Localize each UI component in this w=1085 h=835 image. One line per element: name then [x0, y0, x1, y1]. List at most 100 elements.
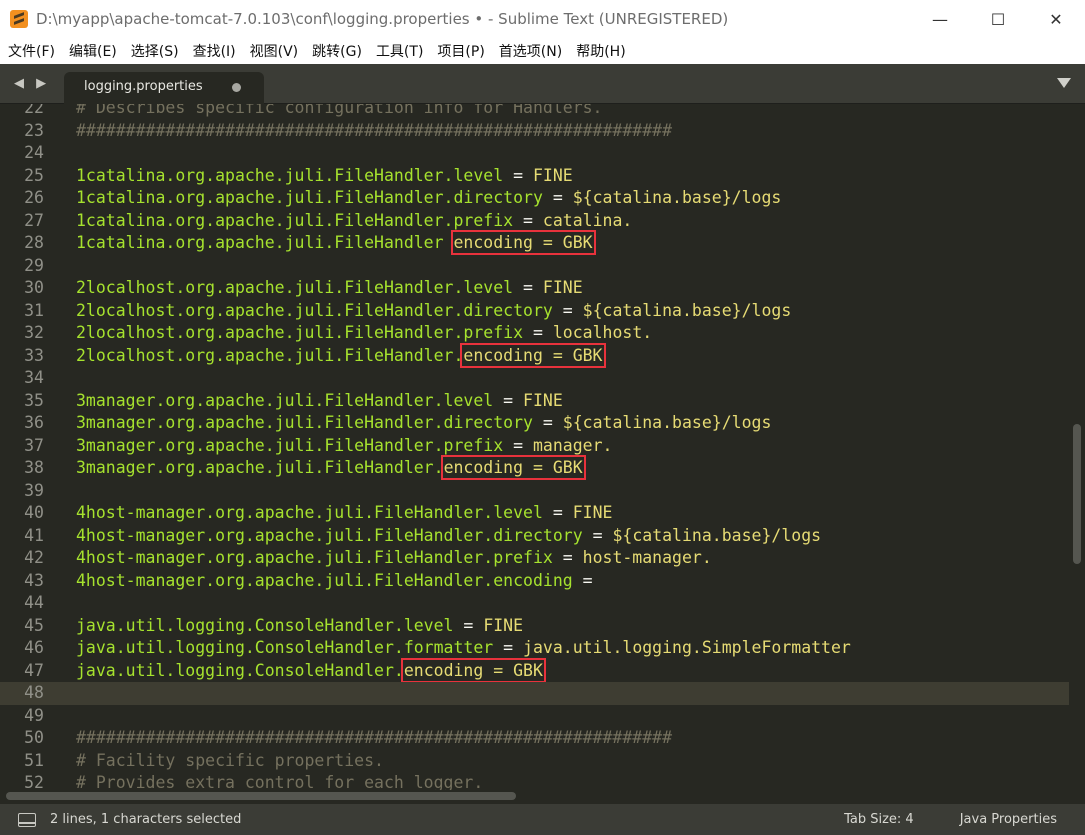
menu-tools[interactable]: 工具(T): [376, 41, 423, 61]
equals-sign: =: [523, 323, 553, 342]
line-code: 2localhost.org.apache.juli.FileHandler.l…: [76, 277, 583, 300]
code-line[interactable]: 32 2localhost.org.apache.juli.FileHandler…: [0, 322, 1069, 345]
property-key: 2localhost.org.apache.juli.FileHandler.l…: [76, 278, 514, 297]
close-button[interactable]: ✕: [1027, 0, 1085, 38]
code-line[interactable]: 44: [0, 592, 1069, 615]
code-line[interactable]: 31 2localhost.org.apache.juli.FileHandler…: [0, 300, 1069, 323]
code-line[interactable]: 51 # Facility specific properties.: [0, 750, 1069, 773]
menu-selection[interactable]: 选择(S): [131, 41, 179, 61]
line-code: 2localhost.org.apache.juli.FileHandler.e…: [76, 342, 606, 368]
code-line[interactable]: 37 3manager.org.apache.juli.FileHandler.p…: [0, 435, 1069, 458]
menu-view[interactable]: 视图(V): [250, 41, 299, 61]
comment-text: ########################################…: [76, 728, 673, 747]
syntax-indicator[interactable]: Java Properties: [960, 812, 1057, 827]
line-number: 27: [24, 210, 44, 230]
property-value: catalina.: [542, 210, 633, 230]
menu-find[interactable]: 查找(I): [193, 41, 236, 61]
selection-status: 2 lines, 1 characters selected: [50, 812, 242, 827]
code-lines: 22 # Describes specific configuration inf…: [0, 104, 1069, 790]
line-number: 26: [24, 188, 44, 207]
window-title: D:\myapp\apache-tomcat-7.0.103\conf\logg…: [36, 10, 729, 28]
line-number: 37: [24, 435, 44, 455]
line-number: 25: [24, 165, 44, 185]
property-key: 3manager.org.apache.juli.FileHandler.lev…: [76, 390, 494, 410]
code-line[interactable]: 23 ######################################…: [0, 120, 1069, 143]
equals-sign: =: [582, 525, 613, 545]
menu-project[interactable]: 项目(P): [437, 41, 484, 61]
tab-size-indicator[interactable]: Tab Size: 4: [844, 812, 914, 827]
window-controls: — ☐ ✕: [911, 0, 1085, 38]
line-number: 33: [24, 345, 44, 365]
maximize-button[interactable]: ☐: [969, 0, 1027, 38]
code-line[interactable]: 50 ######################################…: [0, 727, 1069, 750]
code-line[interactable]: 47 java.util.logging.ConsoleHandler.encod…: [0, 657, 1069, 683]
line-code: 4host-manager.org.apache.juli.FileHandle…: [76, 570, 603, 593]
line-code: 3manager.org.apache.juli.FileHandler.dir…: [76, 412, 771, 435]
menu-edit[interactable]: 编辑(E): [69, 41, 117, 61]
property-key: java.util.logging.ConsoleHandler.formatt…: [76, 638, 494, 657]
code-line[interactable]: 41 4host-manager.org.apache.juli.FileHand…: [0, 525, 1069, 548]
code-line[interactable]: 30 2localhost.org.apache.juli.FileHandler…: [0, 277, 1069, 300]
menu-goto[interactable]: 跳转(G): [312, 41, 362, 61]
property-key: 1catalina.org.apache.juli.FileHandler.pr…: [76, 210, 514, 230]
equals-sign: =: [552, 548, 583, 567]
menu-file[interactable]: 文件(F): [8, 41, 55, 61]
tab-logging-properties[interactable]: logging.properties: [64, 72, 264, 104]
code-line[interactable]: 35 3manager.org.apache.juli.FileHandler.l…: [0, 390, 1069, 413]
code-line[interactable]: 39: [0, 480, 1069, 503]
code-line[interactable]: 36 3manager.org.apache.juli.FileHandler.d…: [0, 412, 1069, 435]
code-line[interactable]: 34: [0, 367, 1069, 390]
code-editor[interactable]: 22 # Describes specific configuration inf…: [0, 104, 1069, 790]
vertical-scroll-thumb[interactable]: [1073, 424, 1081, 564]
equals-sign: =: [503, 165, 533, 185]
horizontal-scrollbar[interactable]: [0, 790, 1085, 804]
code-line[interactable]: 33 2localhost.org.apache.juli.FileHandler…: [0, 342, 1069, 368]
property-key: 3manager.org.apache.juli.FileHandler.pre…: [76, 435, 504, 455]
property-value: FINE: [532, 165, 573, 185]
panel-toggle-icon[interactable]: [18, 812, 36, 827]
code-line[interactable]: 49: [0, 705, 1069, 728]
code-line[interactable]: 52 # Provides extra control for each logg…: [0, 772, 1069, 790]
line-number: 47: [24, 660, 44, 680]
code-line[interactable]: 42 4host-manager.org.apache.juli.FileHand…: [0, 547, 1069, 570]
property-key: java.util.logging.ConsoleHandler.: [76, 660, 404, 680]
menu-help[interactable]: 帮助(H): [576, 41, 625, 61]
code-line[interactable]: 27 1catalina.org.apache.juli.FileHandler.…: [0, 210, 1069, 233]
code-line[interactable]: 40 4host-manager.org.apache.juli.FileHand…: [0, 502, 1069, 525]
code-line[interactable]: 45 java.util.logging.ConsoleHandler.level…: [0, 615, 1069, 638]
tab-nav-arrows-icon[interactable]: ◀ ▶: [14, 76, 50, 91]
highlighted-encoding: encoding = GBK: [400, 657, 546, 683]
code-line[interactable]: 28 1catalina.org.apache.juli.FileHandler …: [0, 230, 1069, 255]
code-line[interactable]: 25 1catalina.org.apache.juli.FileHandler.…: [0, 165, 1069, 188]
equals-sign: =: [493, 390, 524, 410]
line-number: 42: [24, 548, 44, 567]
code-line[interactable]: 24: [0, 142, 1069, 165]
minimize-button[interactable]: —: [911, 0, 969, 38]
code-line[interactable]: 43 4host-manager.org.apache.juli.FileHand…: [0, 570, 1069, 593]
line-number: 22: [24, 104, 44, 117]
unsaved-dot-icon[interactable]: [232, 83, 241, 92]
code-line[interactable]: 46 java.util.logging.ConsoleHandler.forma…: [0, 637, 1069, 660]
line-code: 2localhost.org.apache.juli.FileHandler.d…: [76, 300, 791, 323]
line-number: 32: [24, 323, 44, 342]
line-number: 36: [24, 413, 44, 432]
code-line[interactable]: 29: [0, 255, 1069, 278]
line-code: 3manager.org.apache.juli.FileHandler.pre…: [76, 435, 612, 458]
vertical-scrollbar[interactable]: [1069, 104, 1085, 790]
property-value: FINE: [523, 390, 563, 410]
property-value: FINE: [572, 503, 613, 522]
property-key: 1catalina.org.apache.juli.FileHandler.di…: [76, 188, 543, 207]
horizontal-scroll-thumb[interactable]: [6, 792, 516, 800]
tab-label: logging.properties: [84, 79, 203, 94]
line-code: 1catalina.org.apache.juli.FileHandler en…: [76, 230, 596, 255]
code-line[interactable]: 22 # Describes specific configuration inf…: [0, 104, 1069, 120]
menu-preferences[interactable]: 首选项(N): [499, 41, 562, 61]
code-line[interactable]: 26 1catalina.org.apache.juli.FileHandler.…: [0, 187, 1069, 210]
line-code: 2localhost.org.apache.juli.FileHandler.p…: [76, 322, 652, 345]
tab-list-dropdown-icon[interactable]: [1057, 78, 1071, 88]
equals-sign: =: [532, 413, 563, 432]
line-number: 39: [24, 480, 44, 500]
code-line[interactable]: 48: [0, 682, 1069, 705]
line-number: 43: [24, 570, 44, 590]
code-line[interactable]: 38 3manager.org.apache.juli.FileHandler.e…: [0, 455, 1069, 480]
